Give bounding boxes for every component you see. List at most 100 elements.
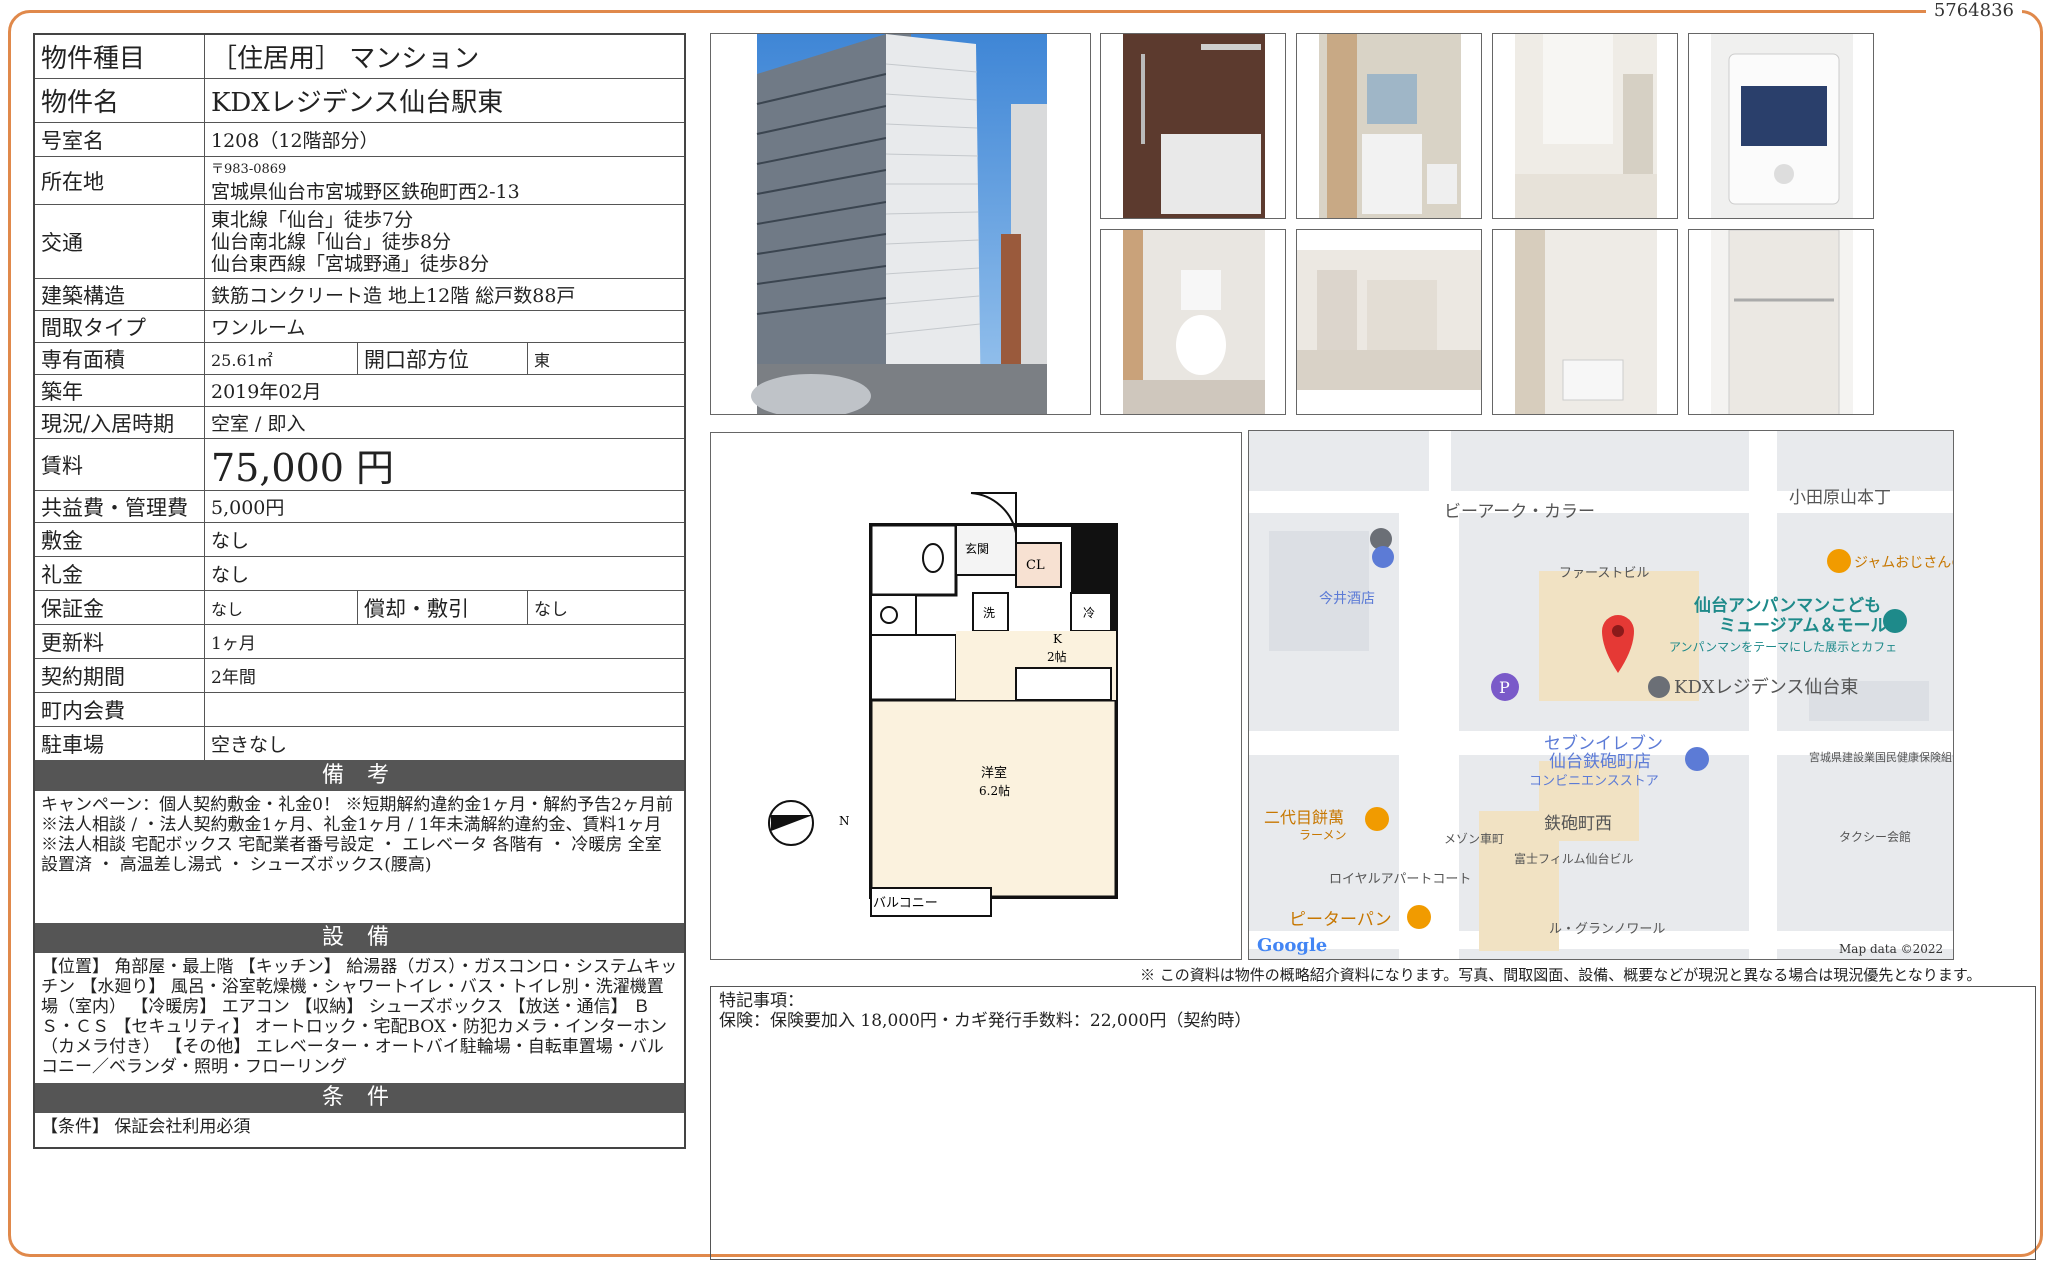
exterior-photo: [710, 33, 1091, 415]
row-parking: 駐車場 空きなし: [35, 727, 684, 761]
value-room: 1208（12階部分）: [211, 130, 379, 152]
label-area: 専有面積: [35, 343, 205, 374]
map-label: セブンイレブン: [1544, 733, 1663, 754]
map-label: ピーターパン: [1289, 910, 1392, 930]
location-map[interactable]: P ビーアーク・カラー 小田原山本丁 ファーストビル 今井酒店 仙台アンパンマン…: [1248, 430, 1954, 960]
label-name: 物件名: [35, 79, 205, 122]
google-logo: Google: [1257, 935, 1327, 956]
map-label: 宮城県建設業国民健康保険組合: [1809, 750, 1954, 764]
postal-code: 〒983-0869: [211, 161, 287, 177]
bakery-icon: [1827, 549, 1851, 573]
map-label: ロイヤルアパートコート: [1329, 872, 1471, 887]
map-label: アンパンマンをテーマにした展示とカフェ: [1669, 640, 1897, 654]
label-access: 交通: [35, 205, 205, 278]
label-guarantee: 保証金: [35, 591, 205, 624]
row-built: 築年 2019年02月: [35, 375, 684, 407]
label-fee: 共益費・管理費: [35, 491, 205, 522]
convenience-store-icon: [1685, 747, 1709, 771]
special-notes: 特記事項： 保険：保険要加入 18,000円・カギ発行手数料：22,000円（契…: [710, 986, 2036, 1260]
shop-icon: [1372, 546, 1394, 568]
value-rent: 75,000 円: [211, 446, 395, 490]
map-label: ル・グランノワール: [1549, 922, 1665, 937]
value-type: ［住居用］ マンション: [211, 44, 480, 74]
label-community-fee: 町内会費: [35, 693, 205, 726]
map-label: 小田原山本丁: [1789, 488, 1891, 508]
closet-photo: [1688, 229, 1874, 415]
value-parking: 空きなし: [211, 734, 288, 756]
label-orientation: 開口部方位: [357, 343, 527, 374]
room-photo-1: [1492, 33, 1678, 219]
label-key-money: 礼金: [35, 557, 205, 590]
floorplan-label: 6.2帖: [979, 783, 1010, 798]
row-rent: 賃料 75,000 円: [35, 439, 684, 491]
label-deposit: 敷金: [35, 523, 205, 556]
map-label: ファーストビル: [1559, 566, 1649, 581]
compass-label: N: [839, 814, 850, 828]
row-name: 物件名 KDXレジデンス仙台駅東: [35, 79, 684, 123]
map-label: ジャムおじさんのパン工場: [1854, 555, 1954, 571]
map-label: ラーメン: [1299, 828, 1347, 842]
value-layout: ワンルーム: [211, 317, 306, 339]
disclaimer-text: ※ この資料は物件の概略紹介資料になります。写真、間取図面、設備、概要などが現況…: [1140, 966, 1982, 984]
row-key-money: 礼金 なし: [35, 557, 684, 591]
map-label: ミュージアム＆モール: [1719, 616, 1887, 636]
floorplan-label: K: [1053, 632, 1063, 646]
restaurant-icon: [1407, 905, 1431, 929]
row-structure: 建築構造 鉄筋コンクリート造 地上12階 総戸数88戸: [35, 279, 684, 311]
floorplan-label: 洋室: [981, 765, 1007, 781]
washroom-photo: [1296, 33, 1482, 219]
map-label: 鉄砲町西: [1544, 814, 1612, 834]
map-label: ビーアーク・カラー: [1444, 502, 1595, 522]
access-line: 東北線「仙台」徒歩7分: [211, 208, 414, 231]
label-term: 契約期間: [35, 659, 205, 692]
value-access: 東北線「仙台」徒歩7分 仙台南北線「仙台」徒歩8分 仙台東西線「宮城野通」徒歩8…: [205, 205, 684, 278]
label-structure: 建築構造: [35, 279, 205, 310]
value-renewal: 1ヶ月: [211, 634, 256, 654]
row-deposit: 敷金 なし: [35, 523, 684, 557]
label-room: 号室名: [35, 123, 205, 156]
value-deposit: なし: [211, 530, 250, 552]
restaurant-icon: [1365, 807, 1389, 831]
svg-text:P: P: [1499, 678, 1510, 697]
floor-plan: 玄関 CL 洗 冷 K 2帖 洋室 6.2帖 バルコニー N: [710, 432, 1242, 960]
conditions-text: 【条件】 保証会社利用必須: [41, 1117, 251, 1137]
row-address: 所在地 〒983-0869 宮城県仙台市宮城野区鉄砲町西2-13: [35, 157, 684, 205]
special-notes-text: 保険：保険要加入 18,000円・カギ発行手数料：22,000円（契約時）: [719, 1011, 1252, 1031]
value-term: 2年間: [211, 668, 256, 688]
label-rent: 賃料: [35, 439, 205, 490]
place-marker-icon: [1648, 676, 1670, 698]
map-attribution: Map data ©2022: [1839, 942, 1943, 956]
row-access: 交通 東北線「仙台」徒歩7分 仙台南北線「仙台」徒歩8分 仙台東西線「宮城野通」…: [35, 205, 684, 279]
map-label: 二代目餅萬: [1264, 808, 1344, 827]
label-layout: 間取タイプ: [35, 311, 205, 342]
value-guarantee: なし: [211, 599, 244, 619]
label-renewal: 更新料: [35, 625, 205, 658]
facilities-header: 設 備: [35, 923, 684, 953]
label-address: 所在地: [35, 157, 205, 204]
address: 宮城県仙台市宮城野区鉄砲町西2-13: [211, 180, 520, 203]
row-area: 専有面積 25.61㎡ 開口部方位 東: [35, 343, 684, 375]
row-term: 契約期間 2年間: [35, 659, 684, 693]
remarks-text: キャンペーン：個人契約敷金・礼金0！ ※短期解約違約金1ヶ月・解約予告2ヶ月前※…: [41, 795, 673, 875]
floorplan-label: バルコニー: [873, 896, 938, 911]
floorplan-label: 冷: [1083, 606, 1095, 620]
room-photo-2: [1296, 229, 1482, 415]
map-label: コンビニエンスストア: [1529, 774, 1659, 789]
toilet-photo: [1100, 229, 1286, 415]
facilities-text: 【位置】 角部屋・最上階 【キッチン】 給湯器（ガス）・ガスコンロ・システムキッ…: [41, 957, 678, 1077]
value-community-fee: [205, 693, 684, 726]
map-label: KDXレジデンス仙台東: [1674, 677, 1858, 698]
intercom-photo: [1688, 33, 1874, 219]
value-status: 空室 / 即入: [211, 413, 306, 435]
floorplan-label: 2帖: [1047, 649, 1067, 664]
label-type: 物件種目: [35, 35, 205, 78]
map-label: メゾン車町: [1444, 832, 1504, 846]
value-structure: 鉄筋コンクリート造 地上12階 総戸数88戸: [211, 285, 576, 307]
row-community-fee: 町内会費: [35, 693, 684, 727]
value-name: KDXレジデンス仙台駅東: [211, 88, 504, 118]
building-image: [751, 34, 1047, 414]
label-parking: 駐車場: [35, 727, 205, 760]
row-fee: 共益費・管理費 5,000円: [35, 491, 684, 523]
floorplan-label: CL: [1026, 558, 1045, 573]
row-layout: 間取タイプ ワンルーム: [35, 311, 684, 343]
